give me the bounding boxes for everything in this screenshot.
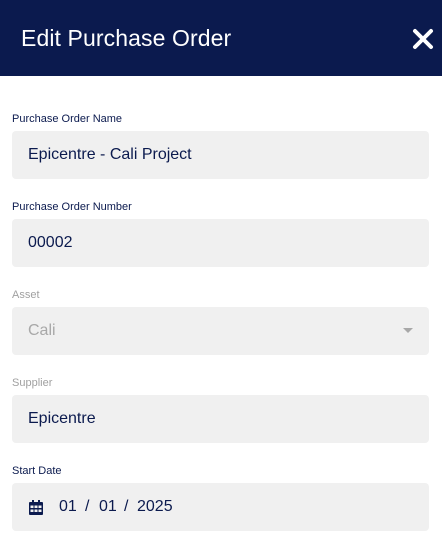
po-number-value: 00002 [28, 234, 73, 251]
start-date-input[interactable]: 01 / 01 / 2025 [12, 483, 429, 531]
start-date-label: Start Date [12, 465, 62, 477]
date-month[interactable]: 01 [59, 483, 77, 531]
po-number-label: Purchase Order Number [12, 201, 132, 213]
close-icon[interactable] [410, 26, 436, 52]
date-separator: / [85, 498, 90, 515]
po-name-value: Epicentre - Cali Project [28, 146, 192, 163]
supplier-label: Supplier [12, 377, 53, 389]
calendar-icon[interactable] [29, 500, 43, 515]
supplier-value: Epicentre [28, 410, 96, 427]
asset-select[interactable]: Cali [12, 307, 429, 355]
close-button[interactable] [410, 26, 436, 52]
supplier-input[interactable]: Epicentre [12, 395, 429, 443]
caret-down-icon [403, 328, 413, 333]
po-name-input[interactable]: Epicentre - Cali Project [12, 131, 429, 179]
asset-label: Asset [12, 289, 40, 301]
po-number-input[interactable]: 00002 [12, 219, 429, 267]
date-year[interactable]: 2025 [137, 483, 173, 531]
asset-value: Cali [28, 322, 56, 339]
dialog-header: Edit Purchase Order [0, 0, 442, 76]
dialog-title: Edit Purchase Order [21, 25, 232, 51]
date-separator: / [124, 498, 129, 515]
po-name-label: Purchase Order Name [12, 113, 123, 125]
date-day[interactable]: 01 [99, 483, 117, 531]
